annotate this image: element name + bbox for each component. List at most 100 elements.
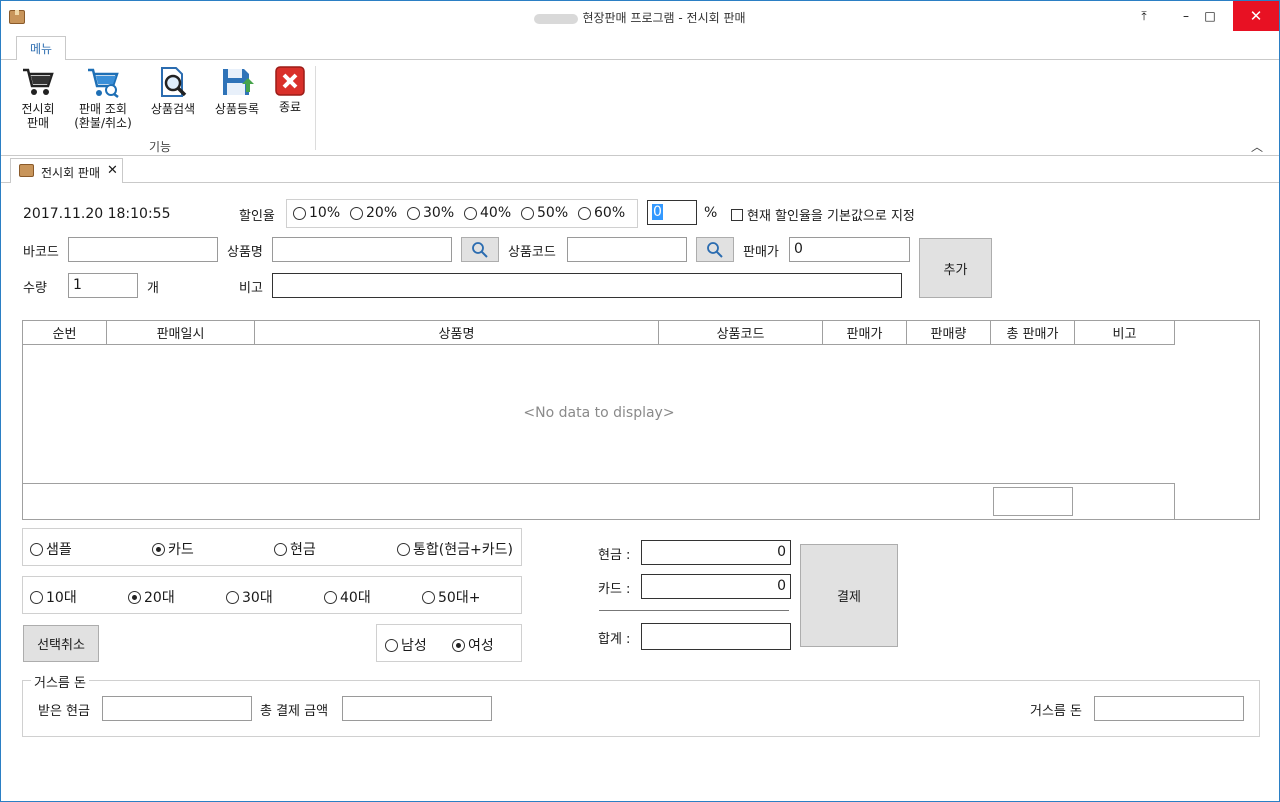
column-header[interactable]: 판매가 (823, 321, 907, 345)
column-header[interactable]: 총 판매가 (991, 321, 1075, 345)
ribbon-item-label: 상품검색 (150, 102, 196, 116)
close-red-icon (275, 66, 305, 96)
payment-option-sample[interactable]: 샘플 (30, 539, 72, 559)
save-upload-icon (223, 69, 254, 95)
quantity-input[interactable]: 1 (68, 273, 138, 298)
sales-lookup-button[interactable]: 판매 조회 (환불/취소) (69, 66, 137, 130)
discount-option-10[interactable]: 10% (293, 205, 340, 221)
radio-dot (128, 590, 141, 604)
add-button[interactable]: 추가 (919, 238, 992, 298)
cart-search-icon (88, 68, 119, 98)
discount-rate-input[interactable]: 0 (647, 200, 697, 225)
age-option-40s[interactable]: 40대 (324, 587, 371, 607)
radio-dot (350, 206, 363, 220)
radio-dot (324, 590, 337, 604)
search-icon (472, 241, 488, 258)
quantity-unit: 개 (147, 281, 159, 296)
ribbon-bar: 전시회 판매 판매 조회 (환불/취소) 상품검색 상품등록 종료 기능 ︿ (1, 59, 1279, 156)
barcode-input[interactable] (68, 237, 218, 262)
radio-dot (152, 542, 165, 556)
title-bar: 현장판매 프로그램 - 전시회 판매 ⤒ – □ ✕ (1, 1, 1279, 33)
change-amount-label: 거스름 돈 (1030, 704, 1082, 719)
column-header[interactable]: 순번 (23, 321, 107, 345)
received-cash-input[interactable] (102, 696, 252, 721)
product-name-input[interactable] (272, 237, 452, 262)
tab-exhibition-sale[interactable]: 전시회 판매 ✕ (10, 158, 123, 183)
column-header[interactable]: 비고 (1075, 321, 1175, 345)
discount-option-30[interactable]: 30% (407, 205, 454, 221)
discount-label: 할인율 (239, 209, 275, 224)
change-group-title: 거스름 돈 (31, 672, 89, 691)
age-option-20s[interactable]: 20대 (128, 587, 175, 607)
discount-option-60[interactable]: 60% (578, 205, 625, 221)
product-name-search-button[interactable] (461, 237, 499, 262)
column-header[interactable]: 상품코드 (659, 321, 823, 345)
shopping-cart-icon (23, 68, 54, 95)
box-icon (19, 164, 34, 177)
column-header[interactable]: 판매량 (907, 321, 991, 345)
payment-option-combined[interactable]: 통합(현금+카드) (397, 539, 513, 559)
total-payment-input[interactable] (342, 696, 492, 721)
card-total-label: 카드 : (598, 582, 631, 597)
column-header[interactable]: 판매일시 (107, 321, 255, 345)
product-register-button[interactable]: 상품등록 (211, 66, 263, 116)
ribbon-item-label: 판매 조회 (환불/취소) (74, 102, 132, 130)
discount-option-50[interactable]: 50% (521, 205, 568, 221)
received-cash-label: 받은 현금 (38, 704, 90, 719)
product-code-label: 상품코드 (508, 245, 556, 260)
payment-option-cash[interactable]: 현금 (274, 539, 316, 559)
current-datetime: 2017.11.20 18:10:55 (23, 206, 171, 222)
deselect-button[interactable]: 선택취소 (23, 625, 99, 662)
cash-total-input[interactable]: 0 (641, 540, 791, 565)
exhibition-sale-button[interactable]: 전시회 판매 (15, 66, 61, 130)
tab-close-icon[interactable]: ✕ (107, 163, 118, 178)
ribbon-item-label: 종료 (278, 100, 302, 114)
radio-dot (407, 206, 420, 220)
product-code-input[interactable] (567, 237, 687, 262)
ribbon-tab-menu[interactable]: 메뉴 (16, 36, 66, 60)
note-input[interactable] (272, 273, 902, 298)
discount-option-20[interactable]: 20% (350, 205, 397, 221)
gender-option-female[interactable]: 여성 (452, 635, 494, 655)
radio-dot (422, 590, 435, 604)
age-option-50s-plus[interactable]: 50대+ (422, 587, 480, 607)
age-option-30s[interactable]: 30대 (226, 587, 273, 607)
price-input[interactable]: 0 (789, 237, 910, 262)
ribbon-separator (315, 66, 316, 150)
radio-dot (397, 542, 410, 556)
column-header[interactable]: 상품명 (255, 321, 659, 345)
gender-option-male[interactable]: 남성 (385, 635, 427, 655)
checkbox-box (731, 208, 743, 221)
exit-button[interactable]: 종료 (273, 66, 307, 114)
grid-footer-summary-cell (993, 487, 1073, 516)
sum-total-input[interactable] (641, 623, 791, 650)
radio-dot (521, 206, 534, 220)
change-amount-input[interactable] (1094, 696, 1244, 721)
grid-header: 순번 판매일시 상품명 상품코드 판매가 판매량 총 판매가 비고 (23, 321, 1175, 345)
barcode-label: 바코드 (23, 245, 59, 260)
radio-dot (226, 590, 239, 604)
tab-divider (1, 182, 1279, 183)
quantity-label: 수량 (23, 281, 47, 296)
close-window-button[interactable]: ✕ (1233, 1, 1279, 31)
maximize-button[interactable]: □ (1187, 1, 1233, 31)
note-label: 비고 (239, 281, 263, 296)
document-search-icon (161, 67, 187, 97)
product-code-search-button[interactable] (696, 237, 734, 262)
radio-dot (30, 590, 43, 604)
radio-dot (578, 206, 591, 220)
pay-button[interactable]: 결제 (800, 544, 898, 647)
card-total-input[interactable]: 0 (641, 574, 791, 599)
product-name-label: 상품명 (227, 245, 263, 260)
grid-empty-message: <No data to display> (523, 405, 675, 421)
set-default-discount-checkbox[interactable]: 현재 할인율을 기본값으로 지정 (731, 205, 915, 224)
collapse-ribbon-icon[interactable]: ︿ (1251, 138, 1263, 155)
pin-window-button[interactable]: ⤒ (1121, 1, 1167, 31)
discount-option-40[interactable]: 40% (464, 205, 511, 221)
sales-grid[interactable]: 순번 판매일시 상품명 상품코드 판매가 판매량 총 판매가 비고 <No da… (22, 320, 1260, 520)
age-option-10s[interactable]: 10대 (30, 587, 77, 607)
radio-dot (30, 542, 43, 556)
product-search-button[interactable]: 상품검색 (147, 66, 199, 116)
ribbon-item-label: 전시회 판매 (21, 102, 55, 130)
payment-option-card[interactable]: 카드 (152, 539, 194, 559)
